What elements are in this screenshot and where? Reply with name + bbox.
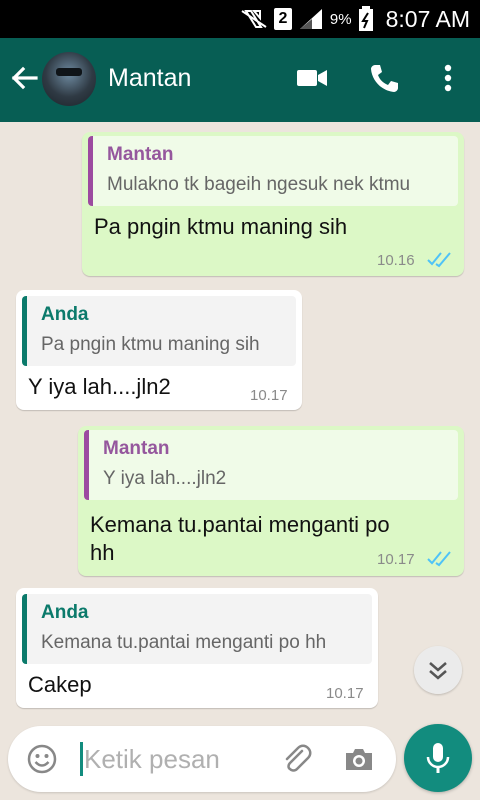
quoted-message[interactable]: Mantan Y iya lah....jln2 <box>84 430 458 500</box>
contact-avatar[interactable] <box>42 52 96 106</box>
quoted-message[interactable]: Anda Pa pngin ktmu maning sih <box>22 296 296 366</box>
video-call-icon[interactable] <box>294 60 330 96</box>
clock: 8:07 AM <box>385 5 470 32</box>
voice-call-icon[interactable] <box>366 60 402 96</box>
scroll-to-bottom-button[interactable] <box>414 646 462 694</box>
message-bubble-outgoing[interactable]: Mantan Mulakno tk bageih ngesuk nek ktmu… <box>82 132 464 276</box>
message-text: Y iya lah....jln2 <box>28 374 171 399</box>
message-time: 10.17 <box>326 685 364 702</box>
message-text: Pa pngin ktmu maning sih <box>94 214 348 239</box>
message-bubble-outgoing[interactable]: Mantan Y iya lah....jln2 Kemana tu.panta… <box>78 426 464 576</box>
more-options-icon[interactable] <box>430 60 466 96</box>
quote-text: Kemana tu.pantai menganti po hh <box>41 632 327 653</box>
message-list[interactable]: Mantan Mulakno tk bageih ngesuk nek ktmu… <box>0 122 480 722</box>
message-composer <box>8 726 396 792</box>
read-receipt-icon <box>427 551 451 567</box>
quote-author: Anda <box>41 602 89 623</box>
quoted-message[interactable]: Mantan Mulakno tk bageih ngesuk nek ktmu <box>88 136 458 206</box>
attachment-icon[interactable] <box>280 742 314 776</box>
status-bar: 2 9% 8:07 AM <box>0 0 480 38</box>
back-arrow-icon[interactable] <box>8 62 40 94</box>
quote-author: Mantan <box>103 438 170 459</box>
quoted-message[interactable]: Anda Kemana tu.pantai menganti po hh <box>22 594 372 664</box>
quote-text: Pa pngin ktmu maning sih <box>41 334 260 355</box>
message-bubble-incoming[interactable]: Anda Kemana tu.pantai menganti po hh Cak… <box>16 588 378 708</box>
message-text-line: Kemana tu.pantai menganti po <box>90 512 390 537</box>
text-cursor <box>80 742 83 776</box>
chat-header: Mantan <box>0 38 480 122</box>
battery-icon <box>358 6 373 31</box>
quote-text: Y iya lah....jln2 <box>103 468 227 489</box>
signal-icon <box>299 9 322 29</box>
message-text: Cakep <box>28 672 92 697</box>
contact-name[interactable]: Mantan <box>108 64 191 93</box>
message-input[interactable] <box>84 738 264 780</box>
message-time: 10.16 <box>377 252 415 269</box>
status-icons: 2 9% 8:07 AM <box>240 0 470 38</box>
camera-icon[interactable] <box>342 742 376 776</box>
message-time: 10.17 <box>377 551 415 568</box>
sim-indicator: 2 <box>273 8 292 30</box>
message-text-line: hh <box>90 540 115 565</box>
quote-author: Mantan <box>107 144 174 165</box>
microphone-icon <box>426 743 450 773</box>
battery-percent: 9% <box>329 10 352 28</box>
quote-author: Anda <box>41 304 89 325</box>
message-time: 10.17 <box>250 387 288 404</box>
emoji-icon[interactable] <box>26 743 58 775</box>
read-receipt-icon <box>427 252 451 268</box>
quote-text: Mulakno tk bageih ngesuk nek ktmu <box>107 174 411 195</box>
message-bubble-incoming[interactable]: Anda Pa pngin ktmu maning sih Y iya lah.… <box>16 290 302 410</box>
mute-network-icon <box>241 10 267 28</box>
voice-record-button[interactable] <box>404 724 472 792</box>
double-chevron-down-icon <box>429 662 447 680</box>
